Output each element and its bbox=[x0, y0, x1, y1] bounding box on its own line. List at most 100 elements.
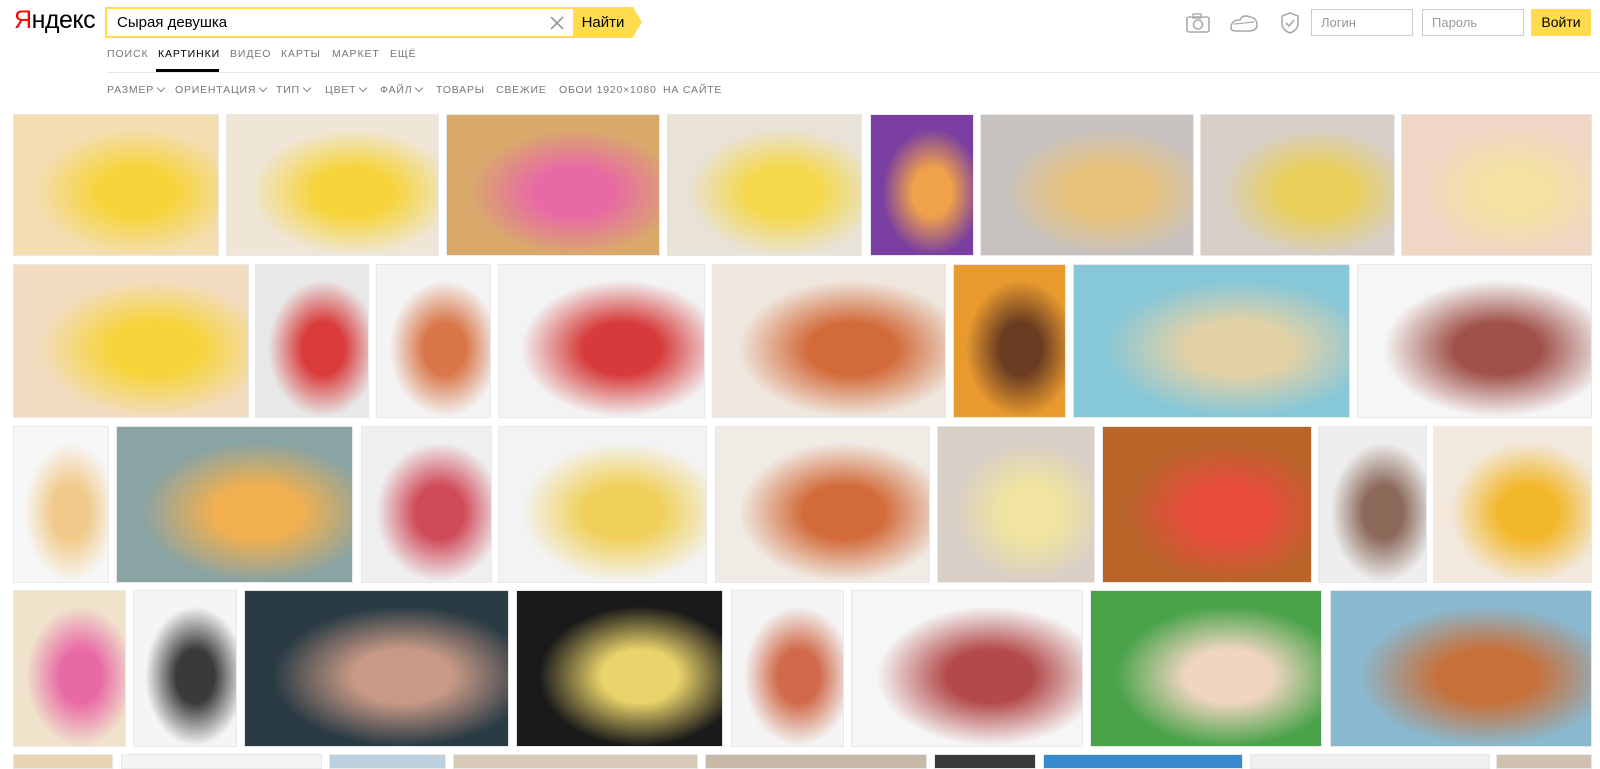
yandex-logo[interactable]: Яндекс bbox=[14, 6, 96, 35]
thumbnail-image bbox=[716, 427, 929, 582]
image-thumbnail[interactable] bbox=[226, 114, 439, 256]
filter-on-site[interactable]: На сайте bbox=[663, 84, 722, 96]
image-thumbnail[interactable] bbox=[329, 754, 446, 769]
filter-type-label: Тип bbox=[276, 84, 300, 96]
thumbnail-image bbox=[1103, 427, 1311, 582]
image-thumbnail[interactable] bbox=[1318, 426, 1427, 583]
filter-fresh[interactable]: Свежие bbox=[496, 84, 547, 96]
image-thumbnail[interactable] bbox=[498, 426, 707, 583]
image-thumbnail[interactable] bbox=[13, 590, 126, 747]
image-thumbnail[interactable] bbox=[851, 590, 1083, 747]
image-thumbnail[interactable] bbox=[1200, 114, 1395, 256]
tab-market[interactable]: Маркет bbox=[332, 48, 380, 60]
tab-images[interactable]: Картинки bbox=[158, 48, 220, 60]
thumbnail-image bbox=[1358, 265, 1591, 417]
image-thumbnail[interactable] bbox=[13, 426, 109, 583]
image-thumbnail[interactable] bbox=[1401, 114, 1592, 256]
filter-wallpaper[interactable]: Обои 1920×1080 bbox=[559, 84, 657, 96]
shield-icon[interactable] bbox=[1277, 10, 1303, 36]
filter-file-label: Файл bbox=[380, 84, 413, 96]
logo-rest: ндекс bbox=[31, 6, 96, 34]
tabs-divider bbox=[107, 72, 1600, 73]
image-thumbnail[interactable] bbox=[453, 754, 698, 769]
thumbnail-image bbox=[1331, 591, 1591, 746]
thumbnail-image bbox=[1402, 115, 1591, 255]
image-thumbnail[interactable] bbox=[934, 754, 1036, 769]
thumbnail-image bbox=[1319, 427, 1426, 582]
filter-size[interactable]: Размер bbox=[107, 83, 166, 96]
image-thumbnail[interactable] bbox=[1043, 754, 1243, 769]
image-thumbnail[interactable] bbox=[498, 264, 705, 418]
image-thumbnail[interactable] bbox=[121, 754, 322, 769]
image-thumbnail[interactable] bbox=[712, 264, 946, 418]
filter-type[interactable]: Тип bbox=[276, 83, 312, 96]
image-thumbnail[interactable] bbox=[376, 264, 491, 418]
image-thumbnail[interactable] bbox=[1496, 754, 1592, 769]
filter-orientation-label: Ориентация bbox=[175, 84, 257, 96]
login-button[interactable]: Войти bbox=[1531, 9, 1591, 36]
image-thumbnail[interactable] bbox=[667, 114, 862, 256]
filter-file[interactable]: Файл bbox=[380, 83, 424, 96]
image-thumbnail[interactable] bbox=[715, 426, 930, 583]
thumbnail-image bbox=[14, 755, 112, 768]
image-thumbnail[interactable] bbox=[1357, 264, 1592, 418]
image-thumbnail[interactable] bbox=[1102, 426, 1312, 583]
image-thumbnail[interactable] bbox=[116, 426, 353, 583]
search-button[interactable]: Найти bbox=[573, 7, 633, 38]
image-thumbnail[interactable] bbox=[446, 114, 660, 256]
weather-icon[interactable] bbox=[1228, 10, 1260, 36]
filter-goods[interactable]: Товары bbox=[436, 84, 485, 96]
image-thumbnail[interactable] bbox=[731, 590, 844, 747]
image-thumbnail[interactable] bbox=[953, 264, 1066, 418]
logo-first-letter: Я bbox=[14, 6, 32, 34]
image-thumbnail[interactable] bbox=[1330, 590, 1592, 747]
thumbnail-image bbox=[499, 265, 704, 417]
search-box bbox=[105, 7, 573, 38]
filter-orientation[interactable]: Ориентация bbox=[175, 83, 268, 96]
tab-maps[interactable]: Карты bbox=[281, 48, 321, 60]
search-input[interactable] bbox=[117, 9, 517, 36]
chevron-down-icon bbox=[259, 83, 268, 93]
thumbnail-image bbox=[245, 591, 508, 746]
header: Яндекс Найти Логин Пароль Войти bbox=[0, 0, 1600, 46]
image-thumbnail[interactable] bbox=[1250, 754, 1490, 769]
chevron-down-icon bbox=[359, 83, 368, 93]
image-thumbnail[interactable] bbox=[361, 426, 492, 583]
image-thumbnail[interactable] bbox=[13, 754, 113, 769]
filter-color[interactable]: Цвет bbox=[325, 83, 368, 96]
image-thumbnail[interactable] bbox=[1433, 426, 1592, 583]
filter-size-label: Размер bbox=[107, 84, 155, 96]
image-thumbnail[interactable] bbox=[13, 264, 249, 418]
login-field[interactable]: Логин bbox=[1311, 9, 1413, 36]
chevron-down-icon bbox=[156, 83, 166, 93]
image-thumbnail[interactable] bbox=[244, 590, 509, 747]
image-thumbnail[interactable] bbox=[937, 426, 1095, 583]
thumbnail-image bbox=[732, 591, 843, 746]
clear-icon[interactable] bbox=[547, 13, 567, 33]
chevron-down-icon bbox=[415, 83, 424, 93]
thumbnail-image bbox=[938, 427, 1094, 582]
image-thumbnail[interactable] bbox=[870, 114, 974, 256]
tab-search[interactable]: Поиск bbox=[107, 48, 148, 60]
camera-icon[interactable] bbox=[1185, 10, 1211, 36]
image-thumbnail[interactable] bbox=[705, 754, 927, 769]
thumbnail-image bbox=[256, 265, 368, 417]
thumbnail-image bbox=[713, 265, 945, 417]
image-thumbnail[interactable] bbox=[13, 114, 219, 256]
image-thumbnail[interactable] bbox=[980, 114, 1194, 256]
image-thumbnail[interactable] bbox=[1073, 264, 1350, 418]
image-thumbnail[interactable] bbox=[255, 264, 369, 418]
thumbnail-image bbox=[1497, 755, 1591, 768]
thumbnail-image bbox=[117, 427, 352, 582]
thumbnail-image bbox=[517, 591, 722, 746]
image-thumbnail[interactable] bbox=[133, 590, 237, 747]
password-field[interactable]: Пароль bbox=[1422, 9, 1524, 36]
thumbnail-image bbox=[14, 115, 218, 255]
tab-more[interactable]: Ещё bbox=[390, 48, 417, 60]
image-thumbnail[interactable] bbox=[516, 590, 723, 747]
tab-video[interactable]: Видео bbox=[230, 48, 271, 60]
thumbnail-image bbox=[1251, 755, 1489, 768]
search-button-arrow bbox=[633, 7, 642, 37]
image-thumbnail[interactable] bbox=[1090, 590, 1322, 747]
thumbnail-image bbox=[14, 265, 248, 417]
